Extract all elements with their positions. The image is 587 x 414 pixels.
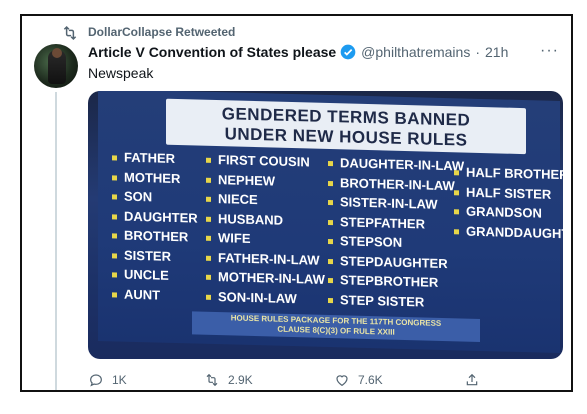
- tweet-header: Article V Convention of States please @p…: [88, 44, 508, 60]
- term-item: MOTHER: [112, 169, 198, 191]
- avatar[interactable]: [34, 44, 78, 88]
- term-item: UNCLE: [112, 266, 198, 288]
- reply-icon: [90, 374, 102, 387]
- terms-column-1: FATHER MOTHER SON DAUGHTER BROTHER SISTE…: [112, 149, 198, 307]
- timestamp[interactable]: 21h: [485, 44, 508, 60]
- retweet-icon: [63, 25, 77, 41]
- terms-column-4: HALF BROTHER HALF SISTER GRANDSON GRANDD…: [454, 164, 563, 245]
- heart-icon: [336, 375, 348, 387]
- reply-count: 1K: [112, 373, 127, 387]
- headline-banner: GENDERED TERMS BANNED UNDER NEW HOUSE RU…: [166, 98, 526, 155]
- tweet-text: Newspeak: [88, 65, 154, 81]
- term-item: GRANDDAUGHTER: [454, 223, 563, 246]
- reply-button[interactable]: 1K: [88, 372, 127, 388]
- term-item: BROTHER: [112, 227, 198, 249]
- terms-column-3: DAUGHTER-IN-LAW BROTHER-IN-LAW SISTER-IN…: [328, 155, 464, 315]
- retweet-button[interactable]: 2.9K: [204, 372, 253, 388]
- verified-badge-icon: [340, 44, 356, 60]
- retweet-icon: [206, 373, 218, 387]
- term-item: SISTER: [112, 247, 198, 269]
- author-handle[interactable]: @philthatremains: [361, 44, 470, 60]
- tweet-actions: 1K 2.9K 7.6K: [88, 372, 508, 390]
- tweet-card[interactable]: DollarCollapse Retweeted Article V Conve…: [20, 14, 573, 392]
- like-button[interactable]: 7.6K: [334, 372, 383, 388]
- tv-screen: GENDERED TERMS BANNED UNDER NEW HOUSE RU…: [98, 91, 563, 354]
- more-options-button[interactable]: ···: [540, 42, 559, 60]
- share-button[interactable]: [464, 372, 488, 388]
- tweet-image[interactable]: GENDERED TERMS BANNED UNDER NEW HOUSE RU…: [88, 91, 563, 359]
- term-item: SON-IN-LAW: [206, 288, 325, 311]
- retweet-label[interactable]: DollarCollapse Retweeted: [88, 25, 235, 39]
- terms-column-2: FIRST COUSIN NEPHEW NIECE HUSBAND WIFE F…: [206, 152, 325, 311]
- thread-line: [55, 92, 57, 390]
- retweet-count: 2.9K: [228, 373, 253, 387]
- dot-separator: ·: [475, 44, 480, 60]
- term-item: FATHER: [112, 149, 198, 171]
- term-item: SON: [112, 188, 198, 210]
- share-icon: [466, 373, 478, 386]
- term-item: STEP SISTER: [328, 291, 464, 314]
- author-name[interactable]: Article V Convention of States please: [88, 44, 336, 60]
- rules-footer: HOUSE RULES PACKAGE FOR THE 117TH CONGRE…: [192, 311, 480, 342]
- term-item: AUNT: [112, 286, 198, 308]
- like-count: 7.6K: [358, 373, 383, 387]
- term-item: DAUGHTER: [112, 208, 198, 230]
